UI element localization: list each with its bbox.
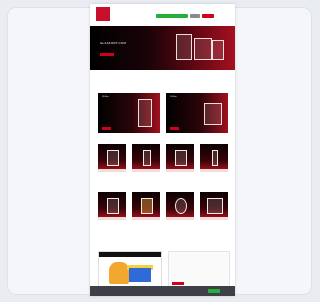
nav-item[interactable] xyxy=(135,8,149,10)
nav-item[interactable] xyxy=(154,8,168,10)
product-caption xyxy=(200,217,228,220)
product-tile[interactable] xyxy=(132,192,160,220)
product-image xyxy=(107,150,119,166)
products2-section-title xyxy=(90,184,235,186)
cart-button[interactable] xyxy=(202,14,214,18)
video-section-title xyxy=(90,237,235,239)
webpage: GLASFORT.COM 3D Glas 2D Glas xyxy=(90,4,235,296)
info-button[interactable] xyxy=(172,282,184,285)
product-caption xyxy=(132,217,160,220)
site-logo[interactable] xyxy=(96,7,110,21)
video-title-bar xyxy=(99,252,161,257)
top-navigation xyxy=(116,8,187,10)
product-caption xyxy=(166,169,194,172)
panel-button[interactable] xyxy=(102,127,111,130)
info-text xyxy=(172,255,212,257)
hero-banner[interactable]: GLASFORT.COM xyxy=(90,26,235,70)
product-caption xyxy=(98,217,126,220)
product-image xyxy=(175,150,187,166)
video-thumbnail-figure xyxy=(109,262,129,284)
promo-panel-2d[interactable]: 2D Glas xyxy=(166,93,228,133)
product-caption xyxy=(166,217,194,220)
panel-label: 2D Glas xyxy=(170,96,177,98)
product-caption xyxy=(200,169,228,172)
product-image xyxy=(141,198,153,214)
product-tile[interactable] xyxy=(200,144,228,172)
crystal-product-image xyxy=(194,38,212,60)
promo-panel-3d[interactable]: 3D Glas xyxy=(98,93,160,133)
panel-label: 3D Glas xyxy=(102,96,109,98)
product-tile[interactable] xyxy=(98,144,126,172)
nav-item[interactable] xyxy=(173,8,187,10)
cookie-accept-button[interactable] xyxy=(208,289,220,293)
nav-item[interactable] xyxy=(116,8,130,10)
product-image xyxy=(207,198,223,214)
header-actions xyxy=(156,14,214,18)
product-tile[interactable] xyxy=(200,192,228,220)
product-image xyxy=(212,150,218,166)
breadcrumb[interactable] xyxy=(100,75,130,77)
product-tile[interactable] xyxy=(166,144,194,172)
cookie-text xyxy=(96,289,166,291)
hero-cta-button[interactable] xyxy=(100,53,114,56)
panel-button[interactable] xyxy=(170,127,179,130)
cookie-banner xyxy=(90,286,235,296)
products-section-title xyxy=(90,137,235,139)
product-tile[interactable] xyxy=(98,192,126,220)
product-caption xyxy=(98,169,126,172)
hero-subtitle-2 xyxy=(100,48,142,50)
panel-text xyxy=(170,101,184,103)
video-thumbnail-box xyxy=(129,268,151,282)
product-tile[interactable] xyxy=(166,192,194,220)
product-image xyxy=(107,198,119,214)
account-button[interactable] xyxy=(190,14,200,18)
crystal-product-image xyxy=(204,103,222,125)
phone-button[interactable] xyxy=(156,14,188,18)
product-image xyxy=(175,198,187,214)
crystal-product-image xyxy=(176,34,192,60)
crystal-product-image xyxy=(212,40,224,60)
product-tile[interactable] xyxy=(132,144,160,172)
product-image xyxy=(143,150,151,166)
product-caption xyxy=(132,169,160,172)
crystal-product-image xyxy=(138,99,152,127)
panel-text xyxy=(102,101,116,103)
intro-section-title xyxy=(90,86,235,88)
